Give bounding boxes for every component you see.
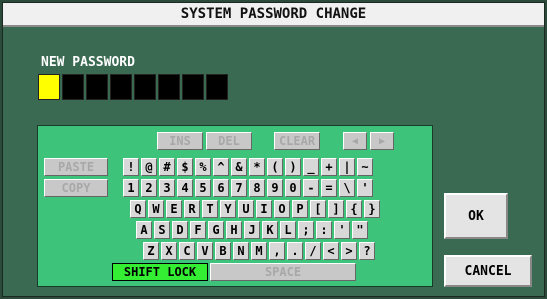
key-0-8[interactable]: ( (267, 158, 283, 176)
password-char-slot (62, 74, 84, 100)
key-4-7[interactable]: , (269, 242, 285, 260)
key-2-12[interactable]: { (346, 200, 362, 218)
key-2-4[interactable]: T (202, 200, 218, 218)
key-2-1[interactable]: W (148, 200, 164, 218)
key-3-11[interactable]: ' (334, 221, 350, 239)
key-0-7[interactable]: * (249, 158, 265, 176)
key-4-8[interactable]: . (287, 242, 303, 260)
key-0-12[interactable]: | (339, 158, 355, 176)
key-4-5[interactable]: N (233, 242, 249, 260)
ok-button[interactable]: OK (444, 193, 508, 239)
keyboard-panel: INS DEL CLEAR ◀ ▶ PASTE COPY ! @ # $% ^ & *() _… (37, 125, 433, 287)
key-1-8[interactable]: 9 (267, 179, 283, 197)
key-0-10[interactable]: _ (303, 158, 319, 176)
password-char-slot (158, 74, 180, 100)
key-3-9[interactable]: ; (298, 221, 314, 239)
del-button[interactable]: DEL (206, 132, 252, 150)
key-1-10[interactable]: - (303, 179, 319, 197)
key-2-0[interactable]: Q (130, 200, 146, 218)
copy-button[interactable]: COPY (44, 179, 108, 197)
password-char-slot (134, 74, 156, 100)
key-4-2[interactable]: C (179, 242, 195, 260)
cursor-left-button[interactable]: ◀ (343, 132, 367, 150)
key-4-12[interactable]: ? (359, 242, 375, 260)
key-4-10[interactable]: < (323, 242, 339, 260)
key-4-3[interactable]: V (197, 242, 213, 260)
key-1-11[interactable]: = (321, 179, 337, 197)
key-2-13[interactable]: } (364, 200, 380, 218)
key-2-6[interactable]: U (238, 200, 254, 218)
key-3-6[interactable]: J (244, 221, 260, 239)
key-3-2[interactable]: D (172, 221, 188, 239)
key-1-4[interactable]: 5 (195, 179, 211, 197)
key-3-7[interactable]: K (262, 221, 278, 239)
space-button[interactable]: SPACE (210, 263, 356, 281)
key-2-3[interactable]: R (184, 200, 200, 218)
key-4-1[interactable]: X (161, 242, 177, 260)
password-char-slot (86, 74, 108, 100)
key-2-9[interactable]: P (292, 200, 308, 218)
key-2-11[interactable]: ] (328, 200, 344, 218)
key-3-10[interactable]: : (316, 221, 332, 239)
key-0-2[interactable]: # (159, 158, 175, 176)
key-1-7[interactable]: 8 (249, 179, 265, 197)
key-2-2[interactable]: E (166, 200, 182, 218)
key-1-3[interactable]: 4 (177, 179, 193, 197)
key-3-1[interactable]: S (154, 221, 170, 239)
key-2-5[interactable]: Y (220, 200, 236, 218)
cursor-right-button[interactable]: ▶ (370, 132, 394, 150)
password-char-slot (206, 74, 228, 100)
ins-button[interactable]: INS (157, 132, 203, 150)
key-4-4[interactable]: B (215, 242, 231, 260)
key-4-9[interactable]: / (305, 242, 321, 260)
shift-lock-button[interactable]: SHIFT LOCK (112, 263, 208, 281)
key-3-4[interactable]: G (208, 221, 224, 239)
key-3-0[interactable]: A (136, 221, 152, 239)
key-1-1[interactable]: 2 (141, 179, 157, 197)
key-1-6[interactable]: 7 (231, 179, 247, 197)
key-0-1[interactable]: @ (141, 158, 157, 176)
key-1-5[interactable]: 6 (213, 179, 229, 197)
password-dialog: SYSTEM PASSWORD CHANGE NEW PASSWORD INS … (2, 2, 545, 297)
key-3-3[interactable]: F (190, 221, 206, 239)
key-0-11[interactable]: + (321, 158, 337, 176)
paste-button[interactable]: PASTE (44, 158, 108, 176)
key-0-9[interactable]: ) (285, 158, 301, 176)
key-0-5[interactable]: ^ (213, 158, 229, 176)
password-char-slot (38, 74, 60, 100)
key-3-8[interactable]: L (280, 221, 296, 239)
key-0-3[interactable]: $ (177, 158, 193, 176)
key-4-6[interactable]: M (251, 242, 267, 260)
password-char-slot (182, 74, 204, 100)
cancel-button[interactable]: CANCEL (444, 255, 532, 287)
clear-button[interactable]: CLEAR (274, 132, 320, 150)
key-3-5[interactable]: H (226, 221, 242, 239)
key-0-0[interactable]: ! (123, 158, 139, 176)
key-4-11[interactable]: > (341, 242, 357, 260)
key-2-10[interactable]: [ (310, 200, 326, 218)
new-password-label: NEW PASSWORD (41, 55, 135, 70)
key-1-13[interactable]: ' (357, 179, 373, 197)
title-bar: SYSTEM PASSWORD CHANGE (3, 3, 544, 27)
key-1-12[interactable]: \ (339, 179, 355, 197)
key-3-12[interactable]: " (352, 221, 368, 239)
password-char-slot (110, 74, 132, 100)
key-1-2[interactable]: 3 (159, 179, 175, 197)
key-4-0[interactable]: Z (143, 242, 159, 260)
key-0-13[interactable]: ~ (357, 158, 373, 176)
key-2-8[interactable]: O (274, 200, 290, 218)
key-0-6[interactable]: & (231, 158, 247, 176)
key-2-7[interactable]: I (256, 200, 272, 218)
key-1-0[interactable]: 1 (123, 179, 139, 197)
key-1-9[interactable]: 0 (285, 179, 301, 197)
dialog-title: SYSTEM PASSWORD CHANGE (180, 6, 367, 22)
key-0-4[interactable]: % (195, 158, 211, 176)
